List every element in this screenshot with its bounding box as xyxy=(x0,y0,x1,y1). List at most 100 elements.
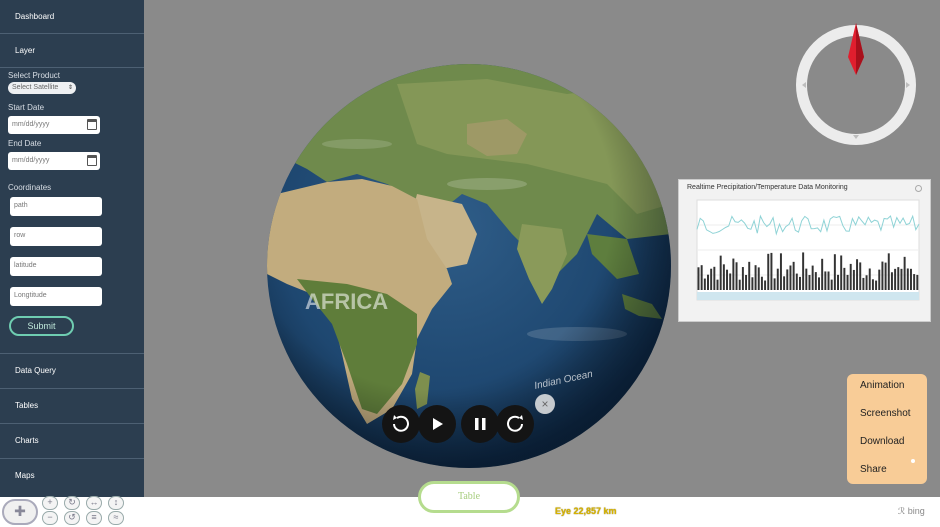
rewind-button[interactable] xyxy=(382,405,420,443)
close-button[interactable]: × xyxy=(535,394,555,414)
compass-icon xyxy=(796,23,916,145)
reset-icon[interactable]: ↕ xyxy=(108,496,124,510)
chart-navigator xyxy=(697,292,919,300)
calendar-icon[interactable] xyxy=(87,119,97,130)
sidebar-item-dashboard[interactable]: Dashboard xyxy=(0,0,144,34)
chart-bar xyxy=(856,259,859,290)
play-button[interactable] xyxy=(418,405,456,443)
sidebar-item-label: Layer xyxy=(15,46,36,55)
chart-bar xyxy=(748,261,751,290)
chart-bar xyxy=(700,265,703,290)
indicator-dot xyxy=(911,459,915,463)
chart-bar xyxy=(887,253,890,290)
globe-label-africa: AFRICA xyxy=(305,289,388,314)
chart-bar xyxy=(897,267,900,290)
chart-bar xyxy=(900,268,903,290)
play-icon xyxy=(433,418,443,430)
chart-bar xyxy=(906,268,909,290)
longitude-input[interactable]: Longtitude xyxy=(10,287,102,306)
compass[interactable] xyxy=(795,23,917,154)
chart-bar xyxy=(751,277,754,290)
table-button[interactable]: Table xyxy=(418,481,520,513)
chart-bar xyxy=(833,254,836,290)
rotate-left-icon[interactable]: ↺ xyxy=(64,511,80,525)
path-input[interactable]: path xyxy=(10,197,102,216)
menu-item-animation[interactable]: Animation xyxy=(860,380,904,391)
chart-bar xyxy=(773,278,776,290)
end-date-placeholder: mm/dd/yyyy xyxy=(12,157,50,164)
sidebar-item-label: Tables xyxy=(15,401,39,410)
chart-bar xyxy=(884,262,887,290)
chart-bar xyxy=(792,261,795,290)
chart-bar xyxy=(729,273,732,290)
sidebar-item-layer[interactable]: Layer xyxy=(0,34,144,68)
chart-plot xyxy=(696,199,920,301)
end-date-label: End Date xyxy=(8,139,42,148)
chart-bar xyxy=(830,279,833,290)
sidebar-item-data-query[interactable]: Data Query xyxy=(0,354,144,389)
sidebar-item-label: Charts xyxy=(15,436,39,445)
divider xyxy=(0,336,144,354)
menu-item-share[interactable]: Share xyxy=(860,464,887,475)
chart-bar xyxy=(913,274,916,290)
row-input[interactable]: row xyxy=(10,227,102,246)
sidebar-item-maps[interactable]: Maps xyxy=(0,459,144,494)
zoom-in-icon[interactable]: + xyxy=(42,496,58,510)
select-satellite-dropdown[interactable]: Select Satellite ⇕ xyxy=(8,82,76,94)
chart-bar xyxy=(722,264,725,290)
chart-bar xyxy=(713,266,716,290)
pause-icon xyxy=(475,418,486,430)
measure-icon[interactable]: ≈ xyxy=(108,511,124,525)
chart-bar xyxy=(745,274,748,290)
chart-bar xyxy=(814,272,817,290)
chart-bar xyxy=(732,258,735,290)
chart-bar xyxy=(770,252,773,290)
chart-bar xyxy=(916,274,919,290)
sidebar-item-tables[interactable]: Tables xyxy=(0,389,144,424)
chart-bar xyxy=(716,279,719,290)
fast-forward-button[interactable] xyxy=(496,405,534,443)
chart-bar xyxy=(894,268,897,290)
sidebar-item-charts[interactable]: Charts xyxy=(0,424,144,459)
rotate-icon[interactable]: ↻ xyxy=(64,496,80,510)
bing-logo: ℛ bing xyxy=(898,506,925,517)
start-date-input[interactable]: mm/dd/yyyy xyxy=(8,116,100,134)
close-icon: × xyxy=(541,397,549,411)
chart-bar xyxy=(843,267,846,290)
chevron-updown-icon: ⇕ xyxy=(67,85,73,91)
chart-bar xyxy=(710,268,713,290)
pause-button[interactable] xyxy=(461,405,499,443)
chart-bar xyxy=(890,272,893,290)
sidebar-item-label: Maps xyxy=(15,471,35,480)
chart-bar xyxy=(754,265,757,290)
chart-bar xyxy=(707,274,709,290)
menu-item-download[interactable]: Download xyxy=(860,436,904,447)
chart-bar xyxy=(868,268,871,290)
coordinates-label: Coordinates xyxy=(8,183,52,192)
calendar-icon[interactable] xyxy=(87,155,97,166)
pan-control-icon[interactable]: ✚ xyxy=(2,499,38,525)
chart-bar xyxy=(760,276,763,290)
menu-item-screenshot[interactable]: Screenshot xyxy=(860,408,911,419)
submit-button[interactable]: Submit xyxy=(9,316,74,336)
chart-bar xyxy=(811,265,814,290)
chart-bar xyxy=(726,269,729,290)
chart-bar xyxy=(808,275,811,290)
latitude-input[interactable]: latitude xyxy=(10,257,102,276)
chart-bar xyxy=(757,267,760,290)
layers-icon[interactable]: ≡ xyxy=(86,511,102,525)
bing-icon: ℛ xyxy=(898,506,906,516)
chart-bar xyxy=(783,276,786,290)
zoom-out-icon[interactable]: − xyxy=(42,511,58,525)
chart-bar xyxy=(875,280,878,290)
chart-bar xyxy=(779,253,782,290)
realtime-chart-panel: Realtime Precipitation/Temperature Data … xyxy=(678,179,931,322)
action-menu: Animation Screenshot Download Share xyxy=(847,374,927,484)
chart-bar xyxy=(795,273,798,290)
tilt-icon[interactable]: ↔ xyxy=(86,496,102,510)
chart-bar xyxy=(741,267,744,290)
end-date-input[interactable]: mm/dd/yyyy xyxy=(8,152,100,170)
chart-bar xyxy=(697,267,700,290)
chart-bar xyxy=(818,277,820,290)
chart-bar xyxy=(802,252,805,290)
